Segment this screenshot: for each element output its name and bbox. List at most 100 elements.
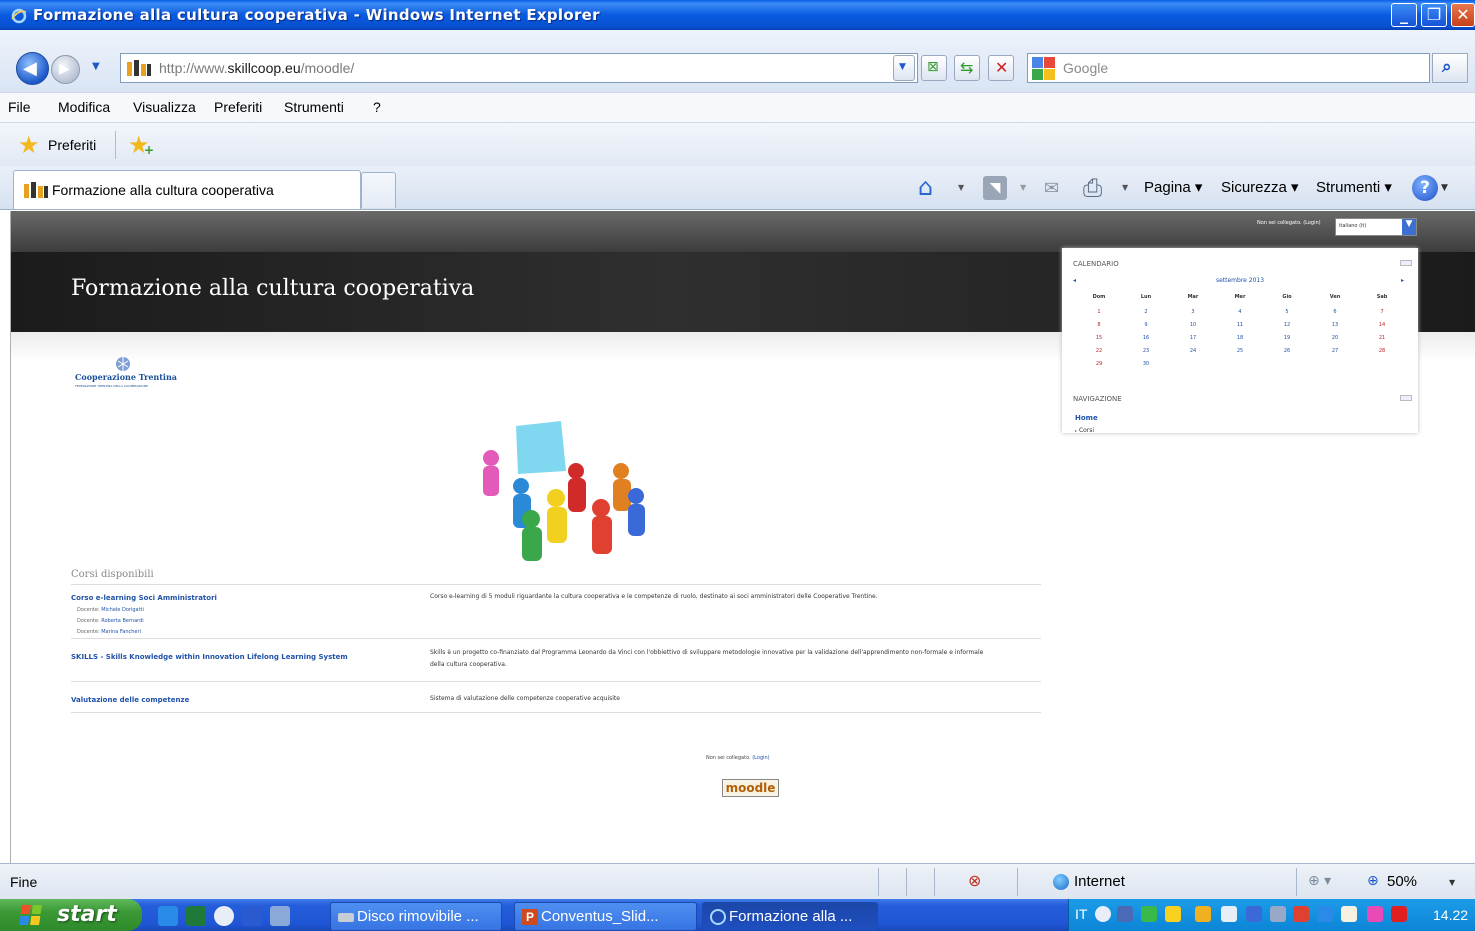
task-powerpoint[interactable]: P Conventus_Slid... bbox=[514, 902, 697, 931]
tab-active[interactable]: Formazione alla cultura cooperativa bbox=[13, 170, 361, 209]
calendar-day[interactable]: 17 bbox=[1178, 335, 1208, 341]
zoom-level[interactable]: 50% bbox=[1387, 873, 1417, 890]
chevron-down-icon[interactable]: ▼ bbox=[1449, 878, 1455, 887]
calendar-day[interactable]: 18 bbox=[1225, 335, 1255, 341]
teacher-link[interactable]: Michele Dorigatti bbox=[101, 607, 144, 613]
calendar-day[interactable]: 23 bbox=[1131, 348, 1161, 354]
privacy-icon[interactable]: ⊗ bbox=[968, 871, 981, 890]
refresh-button[interactable]: ⇆ bbox=[954, 55, 980, 81]
calendar-day[interactable]: 7 bbox=[1367, 309, 1397, 315]
language-select[interactable]: italiano (it) ▼ bbox=[1335, 218, 1417, 236]
menu-modifica[interactable]: Modifica bbox=[58, 99, 110, 115]
course-link[interactable]: Corso e-learning Soci Amministratori bbox=[71, 594, 217, 602]
nav-courses-link[interactable]: ▸ Corsi bbox=[1075, 427, 1094, 434]
close-button[interactable]: ✕ bbox=[1451, 3, 1475, 27]
calendar-day[interactable]: 19 bbox=[1272, 335, 1302, 341]
wireless-icon[interactable] bbox=[1221, 906, 1237, 922]
network-icon[interactable] bbox=[1117, 906, 1133, 922]
security-zone[interactable]: Internet bbox=[1074, 873, 1125, 890]
app-quicklaunch-icon[interactable] bbox=[214, 906, 234, 926]
clock[interactable]: 14.22 bbox=[1433, 907, 1468, 923]
calendar-day[interactable]: 28 bbox=[1367, 348, 1397, 354]
compatibility-view-button[interactable]: ⊠ bbox=[921, 55, 947, 81]
protected-mode-icon[interactable]: ⊕ ▾ bbox=[1308, 873, 1331, 889]
input-language[interactable]: IT bbox=[1075, 906, 1087, 922]
calendar-day[interactable]: 10 bbox=[1178, 322, 1208, 328]
menu-visualizza[interactable]: Visualizza bbox=[133, 99, 196, 115]
calendar-day[interactable]: 9 bbox=[1131, 322, 1161, 328]
excel-quicklaunch-icon[interactable] bbox=[186, 906, 206, 926]
calendar-month[interactable]: settembre 2013 bbox=[1062, 277, 1418, 284]
print-icon[interactable]: ⎙ bbox=[1083, 174, 1102, 202]
folder-icon[interactable] bbox=[1165, 906, 1181, 922]
favorites-star-icon[interactable]: ★ bbox=[18, 131, 40, 159]
word-quicklaunch-icon[interactable] bbox=[242, 906, 262, 926]
calendar-day[interactable]: 14 bbox=[1367, 322, 1397, 328]
task-internet-explorer[interactable]: Formazione alla ... bbox=[702, 902, 878, 931]
page-menu[interactable]: Pagina ▾ bbox=[1144, 178, 1202, 196]
calendar-day[interactable]: 15 bbox=[1084, 335, 1114, 341]
nav-home-link[interactable]: Home bbox=[1075, 414, 1098, 422]
teacher-link[interactable]: Roberta Bernardi bbox=[101, 618, 143, 624]
rss-feed-icon[interactable]: ◥ bbox=[983, 176, 1007, 200]
calendar-day[interactable]: 26 bbox=[1272, 348, 1302, 354]
update-icon[interactable] bbox=[1341, 906, 1357, 922]
address-dropdown-button[interactable]: ▼ bbox=[893, 55, 915, 81]
calendar-day[interactable]: 6 bbox=[1320, 309, 1350, 315]
tray-app-icon[interactable] bbox=[1367, 906, 1383, 922]
new-tab-button[interactable] bbox=[361, 172, 396, 208]
antivirus-icon[interactable] bbox=[1391, 906, 1407, 922]
favorites-button[interactable]: Preferiti bbox=[48, 137, 96, 153]
tray-app-icon[interactable] bbox=[1141, 906, 1157, 922]
course-link[interactable]: SKILLS - Skills Knowledge within Innovat… bbox=[71, 653, 348, 661]
calendar-day[interactable]: 16 bbox=[1131, 335, 1161, 341]
calendar-day[interactable]: 11 bbox=[1225, 322, 1255, 328]
calendar-day[interactable]: 30 bbox=[1131, 361, 1161, 367]
help-icon[interactable]: ? bbox=[1412, 175, 1438, 201]
search-button[interactable]: ⌕ bbox=[1432, 53, 1468, 83]
shield-icon[interactable] bbox=[1195, 906, 1211, 922]
menu-preferiti[interactable]: Preferiti bbox=[214, 99, 262, 115]
monitor-icon[interactable] bbox=[1317, 906, 1333, 922]
volume-icon[interactable] bbox=[1270, 906, 1286, 922]
back-button[interactable]: ◀ bbox=[16, 52, 49, 85]
calendar-day[interactable]: 2 bbox=[1131, 309, 1161, 315]
chevron-down-icon[interactable]: ▼ bbox=[958, 183, 964, 192]
home-icon[interactable]: ⌂ bbox=[918, 173, 933, 201]
security-menu[interactable]: Sicurezza ▾ bbox=[1221, 178, 1299, 196]
start-button[interactable]: start bbox=[0, 899, 142, 931]
block-toggle-icon[interactable] bbox=[1400, 260, 1412, 266]
history-dropdown-icon[interactable]: ▼ bbox=[92, 61, 100, 72]
next-month-icon[interactable]: ▸ bbox=[1401, 277, 1404, 284]
calendar-day[interactable]: 21 bbox=[1367, 335, 1397, 341]
stop-button[interactable]: ✕ bbox=[988, 55, 1014, 81]
menu-file[interactable]: File bbox=[8, 99, 31, 115]
teacher-link[interactable]: Marina Fancheri bbox=[101, 629, 141, 635]
mail-icon[interactable]: ✉ bbox=[1044, 178, 1059, 199]
calendar-day[interactable]: 4 bbox=[1225, 309, 1255, 315]
minimize-button[interactable]: _ bbox=[1391, 3, 1417, 27]
calendar-day[interactable]: 12 bbox=[1272, 322, 1302, 328]
task-removable-disk[interactable]: Disco rimovibile ... bbox=[330, 902, 502, 931]
calendar-day[interactable]: 25 bbox=[1225, 348, 1255, 354]
calendar-day[interactable]: 5 bbox=[1272, 309, 1302, 315]
calendar-day[interactable]: 22 bbox=[1084, 348, 1114, 354]
chevron-down-icon[interactable]: ▼ bbox=[1441, 183, 1448, 193]
window-title-bar[interactable]: Formazione alla cultura cooperativa - Wi… bbox=[0, 0, 1475, 30]
search-input[interactable]: Google bbox=[1027, 53, 1430, 83]
top-login-status[interactable]: Non sei collegato. (Login) bbox=[1257, 220, 1321, 226]
calendar-day[interactable]: 24 bbox=[1178, 348, 1208, 354]
menu-help[interactable]: ? bbox=[373, 99, 381, 115]
calendar-day[interactable]: 8 bbox=[1084, 322, 1114, 328]
course-link[interactable]: Valutazione delle competenze bbox=[71, 696, 189, 704]
calendar-day[interactable]: 13 bbox=[1320, 322, 1350, 328]
ie-quicklaunch-icon[interactable] bbox=[158, 906, 178, 926]
login-link[interactable]: (Login) bbox=[752, 755, 769, 761]
address-bar[interactable]: http://www.skillcoop.eu/moodle/ bbox=[120, 53, 918, 83]
desktop-quicklaunch-icon[interactable] bbox=[270, 906, 290, 926]
display-icon[interactable] bbox=[1246, 906, 1262, 922]
tray-expand-icon[interactable] bbox=[1095, 906, 1111, 922]
moodle-logo[interactable]: moodle bbox=[722, 779, 779, 797]
block-toggle-icon[interactable] bbox=[1400, 395, 1412, 401]
calendar-day[interactable]: 20 bbox=[1320, 335, 1350, 341]
